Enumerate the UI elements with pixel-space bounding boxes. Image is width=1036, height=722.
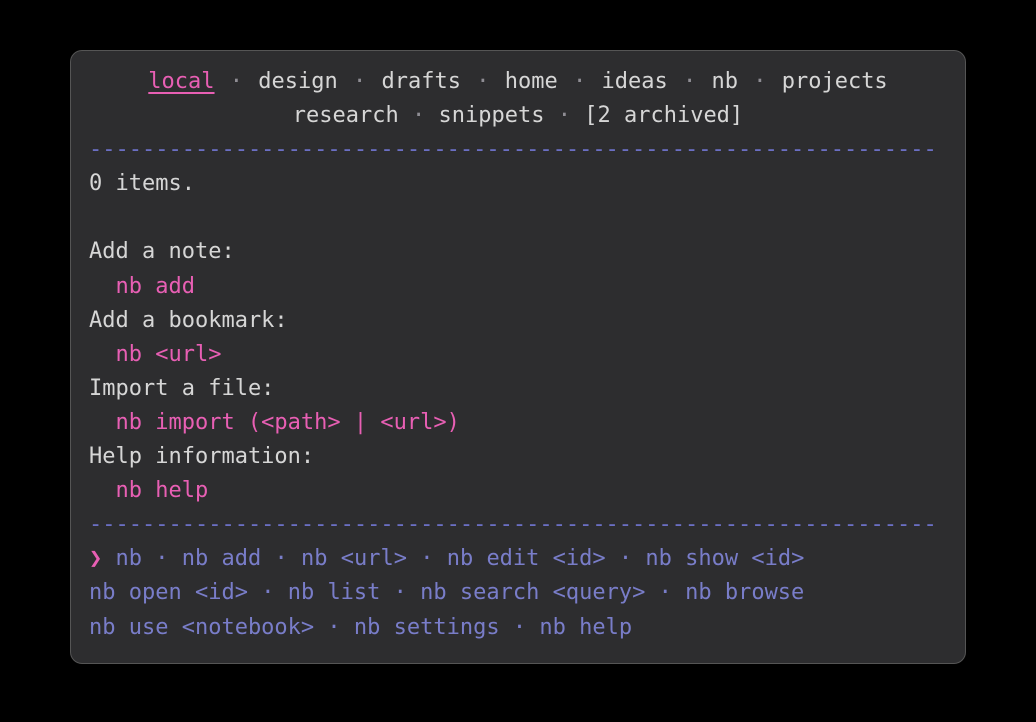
notebook-projects[interactable]: projects — [782, 69, 888, 94]
separator: · — [513, 615, 526, 640]
separator: · — [412, 103, 425, 128]
cmd-nb-search: nb search <query> — [420, 580, 645, 605]
separator: · — [476, 69, 489, 94]
hint-add-note-cmd: nb add — [115, 270, 947, 304]
prompt-caret: ❯ — [89, 546, 102, 571]
hint-add-bookmark-label: Add a bookmark: — [89, 304, 947, 338]
item-count: 0 items. — [89, 167, 947, 201]
hint-add-note-label: Add a note: — [89, 235, 947, 269]
notebook-design[interactable]: design — [258, 69, 337, 94]
notebook-snippets[interactable]: snippets — [439, 103, 545, 128]
archived-indicator[interactable]: [2 archived] — [584, 103, 743, 128]
notebook-drafts[interactable]: drafts — [382, 69, 461, 94]
separator: · — [683, 69, 696, 94]
separator: · — [558, 103, 571, 128]
separator: · — [274, 546, 287, 571]
cmd-nb-settings: nb settings — [354, 615, 500, 640]
divider-bottom: ----------------------------------------… — [89, 508, 947, 542]
current-notebook[interactable]: local — [148, 69, 214, 94]
hint-help-label: Help information: — [89, 440, 947, 474]
cmd-nb-browse: nb browse — [685, 580, 804, 605]
separator: · — [659, 580, 672, 605]
notebook-home[interactable]: home — [505, 69, 558, 94]
cmd-nb: nb — [116, 546, 143, 571]
separator: · — [573, 69, 586, 94]
separator: · — [619, 546, 632, 571]
cmd-nb-show: nb show <id> — [645, 546, 804, 571]
cmd-nb-edit: nb edit <id> — [447, 546, 606, 571]
hint-import-label: Import a file: — [89, 372, 947, 406]
cmd-nb-help: nb help — [539, 615, 632, 640]
footer-line3: nb use <notebook> · nb settings · nb hel… — [89, 611, 947, 645]
footer-line2: nb open <id> · nb list · nb search <quer… — [89, 576, 947, 610]
separator: · — [753, 69, 766, 94]
cmd-nb-open: nb open <id> — [89, 580, 248, 605]
cmd-nb-list: nb list — [288, 580, 381, 605]
separator: · — [394, 580, 407, 605]
hint-help-cmd: nb help — [115, 474, 947, 508]
blank-line — [89, 201, 947, 235]
cmd-nb-add: nb add — [182, 546, 261, 571]
separator: · — [230, 69, 243, 94]
footer-line1: ❯ nb · nb add · nb <url> · nb edit <id> … — [89, 542, 947, 576]
divider-top: ----------------------------------------… — [89, 133, 947, 167]
separator: · — [261, 580, 274, 605]
separator: · — [353, 69, 366, 94]
terminal-window: local · design · drafts · home · ideas ·… — [70, 50, 966, 664]
notebook-nav-line1: local · design · drafts · home · ideas ·… — [89, 65, 947, 99]
hint-import-cmd: nb import (<path> | <url>) — [115, 406, 947, 440]
hint-add-bookmark-cmd: nb <url> — [115, 338, 947, 372]
notebook-research[interactable]: research — [293, 103, 399, 128]
separator: · — [155, 546, 168, 571]
separator: · — [420, 546, 433, 571]
notebook-ideas[interactable]: ideas — [601, 69, 667, 94]
notebook-nav-line2: research · snippets · [2 archived] — [89, 99, 947, 133]
separator: · — [327, 615, 340, 640]
cmd-nb-use: nb use <notebook> — [89, 615, 314, 640]
notebook-nb[interactable]: nb — [711, 69, 738, 94]
cmd-nb-url: nb <url> — [301, 546, 407, 571]
